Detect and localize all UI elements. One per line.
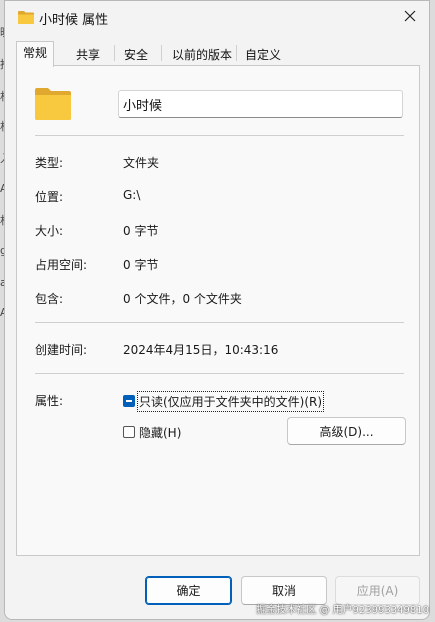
close-button[interactable] — [401, 7, 419, 25]
tab-previous-versions[interactable]: 以前的版本 — [165, 43, 239, 65]
folder-icon — [18, 10, 34, 27]
close-icon — [404, 10, 416, 22]
title-bar[interactable]: 小时候 属性 — [5, 1, 429, 33]
window-title: 小时候 属性 — [39, 13, 109, 28]
location-label: 位置: — [35, 190, 64, 204]
ok-button[interactable]: 确定 — [145, 576, 232, 605]
folder-icon — [35, 86, 71, 123]
attributes-label: 属性: — [35, 394, 64, 408]
type-value: 文件夹 — [123, 156, 160, 170]
divider — [35, 322, 404, 323]
general-panel: 类型: 文件夹 位置: G:\ 大小: 0 字节 占用空间: 0 字节 包含: … — [16, 65, 420, 556]
tab-separator — [236, 45, 237, 61]
divider — [35, 373, 404, 374]
size-label: 大小: — [35, 224, 64, 238]
created-label: 创建时间: — [35, 343, 88, 357]
location-value: G:\ — [123, 188, 141, 202]
tab-separator — [161, 45, 162, 61]
tab-general[interactable]: 常规 — [16, 41, 55, 67]
tab-separator — [114, 45, 115, 61]
hidden-label[interactable]: 隐藏(H) — [139, 424, 181, 441]
type-label: 类型: — [35, 156, 64, 170]
size-on-disk-label: 占用空间: — [35, 258, 88, 272]
created-value: 2024年4月15日，10:43:16 — [123, 343, 279, 357]
properties-dialog: 小时候 属性 常规 共享 安全 以前的版本 自定义 类型: 文件夹 位置: G:… — [4, 0, 430, 620]
tab-security[interactable]: 安全 — [117, 43, 155, 65]
readonly-label[interactable]: 只读(仅应用于文件夹中的文件)(R) — [136, 391, 325, 412]
contains-value: 0 个文件，0 个文件夹 — [123, 292, 242, 306]
watermark: 掘金技术社区 @ 用户923993349810 — [256, 605, 429, 616]
folder-name-input[interactable] — [118, 90, 403, 118]
divider — [35, 135, 404, 136]
contains-label: 包含: — [35, 292, 64, 306]
tab-strip: 常规 共享 安全 以前的版本 自定义 — [16, 41, 429, 67]
readonly-checkbox[interactable] — [123, 395, 135, 407]
hidden-checkbox[interactable] — [123, 426, 135, 438]
size-on-disk-value: 0 字节 — [123, 258, 159, 272]
size-value: 0 字节 — [123, 224, 159, 238]
advanced-button[interactable]: 高级(D)... — [287, 417, 406, 445]
tab-sharing[interactable]: 共享 — [69, 43, 107, 65]
tab-customize[interactable]: 自定义 — [238, 43, 288, 65]
